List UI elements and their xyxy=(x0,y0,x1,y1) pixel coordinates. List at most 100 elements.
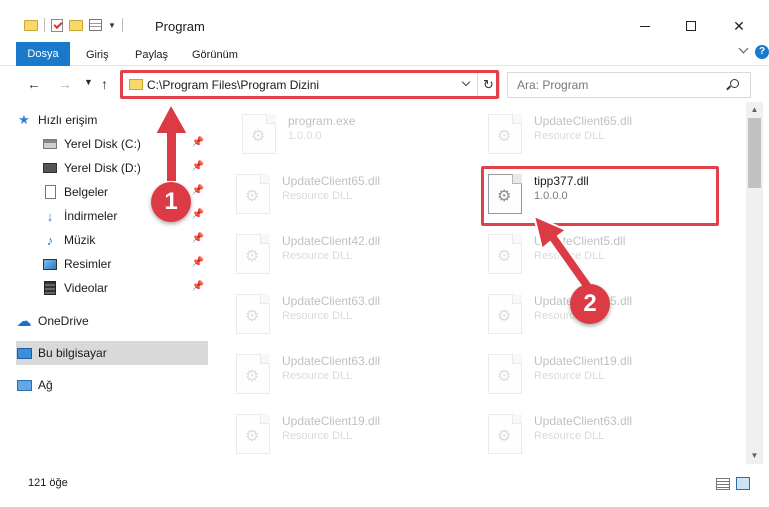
drive-icon xyxy=(43,163,57,173)
dll-file-icon: ⚙ xyxy=(488,294,522,334)
dll-file-icon: ⚙ xyxy=(236,234,270,274)
sidebar-item-pictures[interactable]: Resimler 📌 xyxy=(42,252,208,276)
help-icon[interactable]: ? xyxy=(755,45,769,59)
file-detail: Resource DLL xyxy=(534,250,605,262)
properties-list-icon[interactable] xyxy=(89,19,102,31)
forward-arrow-icon[interactable]: → xyxy=(58,76,72,92)
dll-file-icon: ⚙ xyxy=(236,294,270,334)
network-icon xyxy=(16,379,32,391)
search-placeholder[interactable]: Ara: Program xyxy=(517,78,588,92)
sidebar-item-videos[interactable]: Videolar 📌 xyxy=(42,276,208,300)
file-detail: Resource DLL xyxy=(282,250,353,262)
drive-icon xyxy=(43,139,57,149)
file-detail: Resource DLL xyxy=(282,310,353,322)
tab-view[interactable]: Görünüm xyxy=(192,44,238,66)
pin-icon[interactable]: 📌 xyxy=(192,161,204,172)
dll-file-icon: ⚙ xyxy=(488,414,522,454)
new-folder-icon[interactable] xyxy=(69,19,83,31)
file-name: UpdateClient65.dll xyxy=(282,174,381,188)
toolbar-divider xyxy=(44,18,45,32)
dll-file-icon: ⚙ xyxy=(236,354,270,394)
file-detail: Resource DLL xyxy=(282,370,353,382)
pin-icon[interactable]: 📌 xyxy=(192,233,204,244)
dll-file-icon: ⚙ xyxy=(236,414,270,454)
address-highlight-box xyxy=(120,70,499,99)
file-tile[interactable]: ⚙ UpdateClient42.dll Resource DLL xyxy=(230,226,460,282)
customize-toolbar-chevron-icon[interactable]: ▼ xyxy=(108,21,116,30)
recent-locations-chevron-icon[interactable]: ▼ xyxy=(84,77,93,87)
file-tile[interactable]: ⚙ UpdateClient63.dll Resource DLL xyxy=(482,406,712,462)
item-count: 121 öğe xyxy=(28,477,68,489)
scroll-up-icon[interactable]: ▲ xyxy=(746,102,763,118)
sidebar-item-label: Yerel Disk (D:) xyxy=(64,161,141,175)
quick-access-toolbar: ▼ xyxy=(24,18,123,32)
file-detail: Resource DLL xyxy=(534,370,605,382)
cloud-icon: ☁ xyxy=(16,313,32,330)
back-arrow-icon[interactable]: ← xyxy=(27,76,41,92)
file-name: UpdateClient63.dll xyxy=(282,354,381,368)
file-tile[interactable]: ⚙ UpdateClient19.dll Resource DLL xyxy=(230,406,460,462)
window-title: Program xyxy=(155,19,205,34)
file-tile[interactable]: ⚙ UpdateClient65.dll Resource DLL xyxy=(482,106,712,162)
file-tile[interactable]: ⚙ UpdateClient19.dll Resource DLL xyxy=(482,346,712,402)
file-tile[interactable]: ⚙ UpdateClient63.dll Resource DLL xyxy=(230,286,460,342)
sidebar-item-label: Videolar xyxy=(64,281,108,295)
properties-checkmark-icon[interactable] xyxy=(51,18,63,32)
step-badge-2: 2 xyxy=(570,284,610,324)
dll-file-icon: ⚙ xyxy=(236,174,270,214)
sidebar-item-this-pc[interactable]: Bu bilgisayar xyxy=(16,341,208,365)
file-name: UpdateClient65.dll xyxy=(534,114,633,128)
documents-icon xyxy=(44,185,56,199)
title-bar: ▼ Program ✕ xyxy=(0,0,769,40)
vertical-scrollbar[interactable]: ▲ ▼ xyxy=(746,102,763,464)
sidebar-item-label: Müzik xyxy=(64,233,96,247)
scrollbar-thumb[interactable] xyxy=(748,118,761,188)
ribbon: Dosya Giriş Paylaş Görünüm ? xyxy=(0,40,769,66)
pin-icon[interactable]: 📌 xyxy=(192,281,204,292)
pin-icon[interactable]: 📌 xyxy=(192,185,204,196)
sidebar-item-local-disk-d[interactable]: Yerel Disk (D:) 📌 xyxy=(42,156,208,180)
file-detail: 1.0.0.0 xyxy=(288,130,322,142)
videos-icon xyxy=(44,281,56,295)
pin-icon[interactable]: 📌 xyxy=(192,209,204,220)
sidebar-item-quick-access[interactable]: ★ Hızlı erişim xyxy=(16,108,208,132)
star-icon: ★ xyxy=(18,112,30,127)
sidebar-item-network[interactable]: Ağ xyxy=(16,373,208,397)
file-tile[interactable]: ⚙ UpdateClient5.dll Resource DLL xyxy=(482,226,712,282)
file-tile[interactable]: ⚙ UpdateClient63.dll Resource DLL xyxy=(230,346,460,402)
expand-ribbon-chevron-icon[interactable] xyxy=(738,43,749,54)
file-name: UpdateClient63.dll xyxy=(282,294,381,308)
search-icon[interactable] xyxy=(730,79,739,88)
file-highlight-box xyxy=(481,166,719,226)
sidebar-item-music[interactable]: ♪ Müzik 📌 xyxy=(42,228,208,252)
maximize-button[interactable] xyxy=(668,12,714,40)
file-name: UpdateClient19.dll xyxy=(534,354,633,368)
file-name: program.exe xyxy=(288,114,356,128)
step-badge-1: 1 xyxy=(151,182,191,222)
scroll-down-icon[interactable]: ▼ xyxy=(746,448,763,464)
downloads-icon: ↓ xyxy=(46,208,54,224)
minimize-button[interactable] xyxy=(622,12,668,40)
pin-icon[interactable]: 📌 xyxy=(192,257,204,268)
sidebar-item-local-disk-c[interactable]: Yerel Disk (C:) 📌 xyxy=(42,132,208,156)
file-tile[interactable]: ⚙ program.exe 1.0.0.0 xyxy=(236,106,466,162)
sidebar-item-label: Ağ xyxy=(38,378,53,392)
pin-icon[interactable]: 📌 xyxy=(192,137,204,148)
close-button[interactable]: ✕ xyxy=(716,12,762,40)
file-name: UpdateClient63.dll xyxy=(534,414,633,428)
sidebar-item-label: Resimler xyxy=(64,257,112,271)
folder-icon xyxy=(24,19,38,31)
tiles-view-icon[interactable] xyxy=(736,477,750,490)
tab-share[interactable]: Paylaş xyxy=(135,44,168,66)
navigation-pane: ★ Hızlı erişim Yerel Disk (C:) 📌 Yerel D… xyxy=(0,106,210,464)
computer-icon xyxy=(16,347,32,359)
up-arrow-icon[interactable]: ↑ xyxy=(101,76,108,92)
tab-file[interactable]: Dosya xyxy=(16,42,70,66)
ribbon-help-area: ? xyxy=(738,43,769,59)
file-tile[interactable]: ⚙ UpdateClient65.dll Resource DLL xyxy=(230,166,460,222)
tab-home[interactable]: Giriş xyxy=(86,44,109,66)
search-box[interactable]: Ara: Program xyxy=(507,72,751,98)
sidebar-item-label: Belgeler xyxy=(64,185,109,199)
details-view-icon[interactable] xyxy=(716,478,730,490)
sidebar-item-onedrive[interactable]: ☁ OneDrive xyxy=(16,309,208,333)
